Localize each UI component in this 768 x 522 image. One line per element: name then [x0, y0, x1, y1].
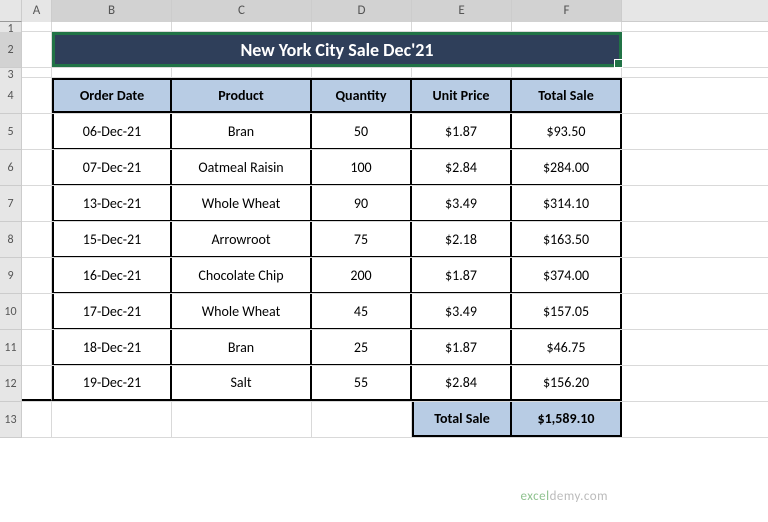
- cell-total[interactable]: $374.00: [512, 258, 622, 293]
- cell-date[interactable]: 18-Dec-21: [52, 330, 172, 365]
- watermark: exceldemy.com: [521, 489, 608, 504]
- col-header-A[interactable]: A: [22, 0, 52, 22]
- col-header-E[interactable]: E: [412, 0, 512, 22]
- cell-date[interactable]: 16-Dec-21: [52, 258, 172, 293]
- col-header-C[interactable]: C: [172, 0, 312, 22]
- cell-total[interactable]: $314.10: [512, 186, 622, 221]
- cell-price[interactable]: $1.87: [412, 258, 512, 293]
- watermark-brand2: demy: [550, 489, 580, 504]
- row-header-11[interactable]: 11: [0, 330, 22, 366]
- cell-product[interactable]: Oatmeal Raisin: [172, 150, 312, 185]
- cell-product[interactable]: Salt: [172, 366, 312, 401]
- header-order-date[interactable]: Order Date: [52, 78, 172, 113]
- cell-product[interactable]: Arrowroot: [172, 222, 312, 257]
- total-label-cell[interactable]: Total Sale: [412, 402, 512, 437]
- cell-qty[interactable]: 90: [312, 186, 412, 221]
- watermark-suffix: .com: [580, 489, 608, 504]
- cell-date[interactable]: 13-Dec-21: [52, 186, 172, 221]
- cell-date[interactable]: 17-Dec-21: [52, 294, 172, 329]
- header-product[interactable]: Product: [172, 78, 312, 113]
- cell-price[interactable]: $2.84: [412, 150, 512, 185]
- cell-price[interactable]: $1.87: [412, 114, 512, 149]
- row-header-2[interactable]: 2: [0, 32, 22, 68]
- col-header-F[interactable]: F: [512, 0, 622, 22]
- spreadsheet: A B C D E F 1 2 New York City Sale Dec'2…: [0, 0, 768, 522]
- cell-product[interactable]: Bran: [172, 114, 312, 149]
- cell-date[interactable]: 19-Dec-21: [52, 366, 172, 401]
- title-cell[interactable]: New York City Sale Dec'21: [52, 32, 622, 67]
- row-header-9[interactable]: 9: [0, 258, 22, 294]
- cell-price[interactable]: $3.49: [412, 186, 512, 221]
- cell-price[interactable]: $2.18: [412, 222, 512, 257]
- cell-product[interactable]: Whole Wheat: [172, 186, 312, 221]
- col-header-B[interactable]: B: [52, 0, 172, 22]
- header-quantity[interactable]: Quantity: [312, 78, 412, 113]
- select-all-corner[interactable]: [0, 0, 22, 22]
- total-value-cell[interactable]: $1,589.10: [512, 402, 622, 437]
- cell-total[interactable]: $157.05: [512, 294, 622, 329]
- cell-date[interactable]: 07-Dec-21: [52, 150, 172, 185]
- cell-total[interactable]: $163.50: [512, 222, 622, 257]
- row-header-8[interactable]: 8: [0, 222, 22, 258]
- cell-qty[interactable]: 55: [312, 366, 412, 401]
- cell-qty[interactable]: 200: [312, 258, 412, 293]
- row-header-4[interactable]: 4: [0, 78, 22, 114]
- watermark-brand1: excel: [521, 489, 550, 504]
- column-header-row: A B C D E F: [0, 0, 768, 22]
- cell-date[interactable]: 15-Dec-21: [52, 222, 172, 257]
- row-header-5[interactable]: 5: [0, 114, 22, 150]
- row-header-6[interactable]: 6: [0, 150, 22, 186]
- cell-price[interactable]: $3.49: [412, 294, 512, 329]
- cell-date[interactable]: 06-Dec-21: [52, 114, 172, 149]
- header-unit-price[interactable]: Unit Price: [412, 78, 512, 113]
- cell-product[interactable]: Whole Wheat: [172, 294, 312, 329]
- cell-qty[interactable]: 45: [312, 294, 412, 329]
- cell-price[interactable]: $1.87: [412, 330, 512, 365]
- header-total-sale[interactable]: Total Sale: [512, 78, 622, 113]
- row-header-10[interactable]: 10: [0, 294, 22, 330]
- cell-qty[interactable]: 50: [312, 114, 412, 149]
- cell-price[interactable]: $2.84: [412, 366, 512, 401]
- cell-qty[interactable]: 100: [312, 150, 412, 185]
- cell-product[interactable]: Chocolate Chip: [172, 258, 312, 293]
- cell-total[interactable]: $93.50: [512, 114, 622, 149]
- cell-total[interactable]: $284.00: [512, 150, 622, 185]
- cell-total[interactable]: $156.20: [512, 366, 622, 401]
- cell-product[interactable]: Bran: [172, 330, 312, 365]
- row-header-12[interactable]: 12: [0, 366, 22, 402]
- cell-total[interactable]: $46.75: [512, 330, 622, 365]
- row-header-7[interactable]: 7: [0, 186, 22, 222]
- row-header-13[interactable]: 13: [0, 402, 22, 438]
- cell-qty[interactable]: 25: [312, 330, 412, 365]
- col-header-D[interactable]: D: [312, 0, 412, 22]
- cell-qty[interactable]: 75: [312, 222, 412, 257]
